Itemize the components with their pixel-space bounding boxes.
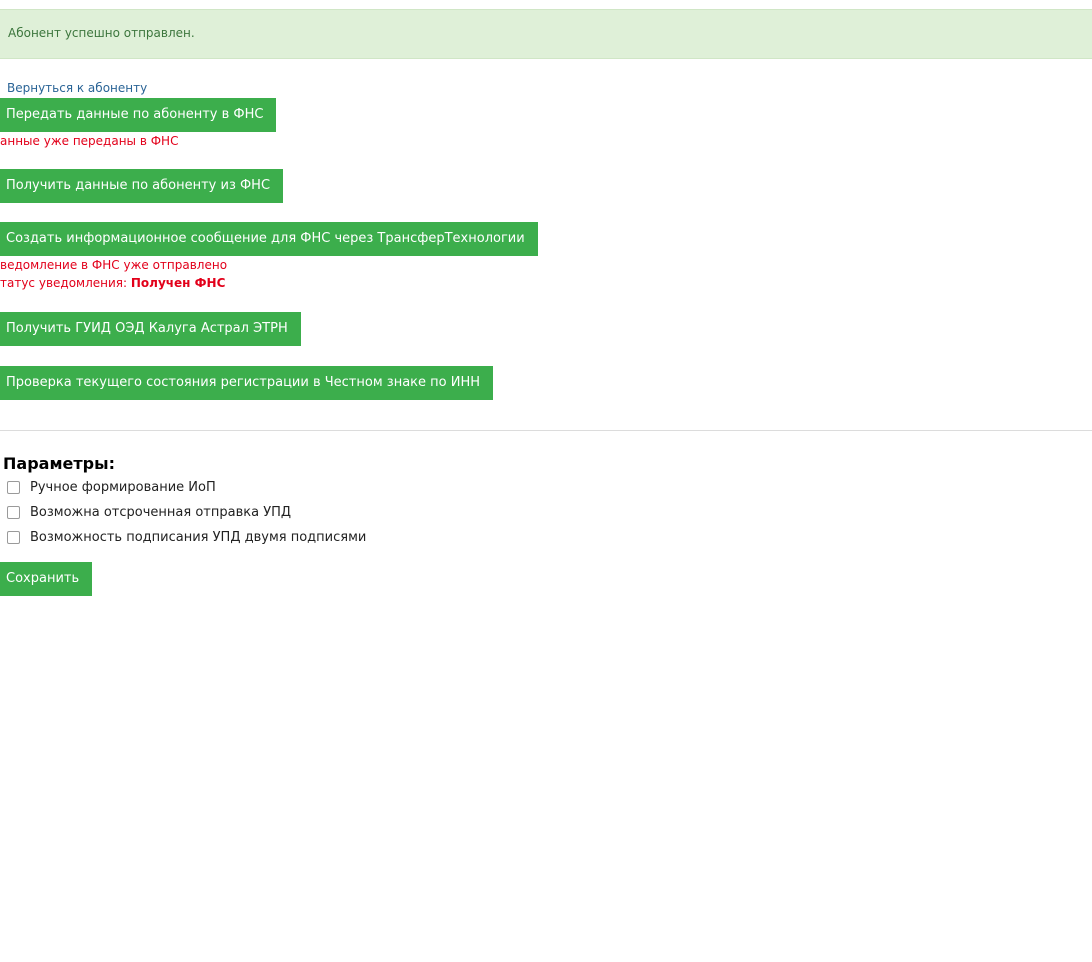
- checkbox-manual-iop[interactable]: [7, 480, 20, 494]
- notice-sent-text: ведомление в ФНС уже отправлено: [0, 258, 228, 272]
- notice-status-label: татус уведомления:: [0, 276, 128, 290]
- checkbox-deferred-upd[interactable]: [7, 505, 20, 519]
- option-label: Ручное формирование ИоП: [30, 479, 216, 495]
- option-deferred-upd[interactable]: Возможна отсроченная отправка УПД: [7, 503, 291, 521]
- page: Абонент успешно отправлен. Вернуться к а…: [0, 0, 1092, 962]
- notice-status-value: Получен ФНС: [130, 276, 226, 290]
- get-guid-button[interactable]: Получить ГУИД ОЭД Калуга Астрал ЭТРН: [0, 312, 301, 346]
- check-registration-button[interactable]: Проверка текущего состояния регистрации …: [0, 366, 493, 400]
- save-button[interactable]: Сохранить: [0, 562, 93, 596]
- params-title: Параметры:: [3, 454, 115, 473]
- option-two-signatures[interactable]: Возможность подписания УПД двумя подпися…: [7, 528, 366, 546]
- success-alert: Абонент успешно отправлен.: [0, 9, 1092, 59]
- option-label: Возможна отсроченная отправка УПД: [30, 504, 292, 520]
- send-fns-error-text: анные уже переданы в ФНС: [0, 134, 179, 148]
- option-label: Возможность подписания УПД двумя подпися…: [30, 529, 367, 545]
- get-from-fns-button[interactable]: Получить данные по абоненту из ФНС: [0, 169, 284, 203]
- back-to-subscriber-link[interactable]: Вернуться к абоненту: [7, 81, 147, 95]
- option-manual-iop[interactable]: Ручное формирование ИоП: [7, 478, 216, 496]
- section-divider: [0, 430, 1092, 431]
- checkbox-two-signatures[interactable]: [7, 530, 20, 544]
- send-to-fns-button[interactable]: Передать данные по абоненту в ФНС: [0, 98, 277, 132]
- notice-status-line: татус уведомления: Получен ФНС: [0, 276, 225, 290]
- success-alert-text: Абонент успешно отправлен.: [8, 26, 195, 40]
- create-fns-message-button[interactable]: Создать информационное сообщение для ФНС…: [0, 222, 538, 256]
